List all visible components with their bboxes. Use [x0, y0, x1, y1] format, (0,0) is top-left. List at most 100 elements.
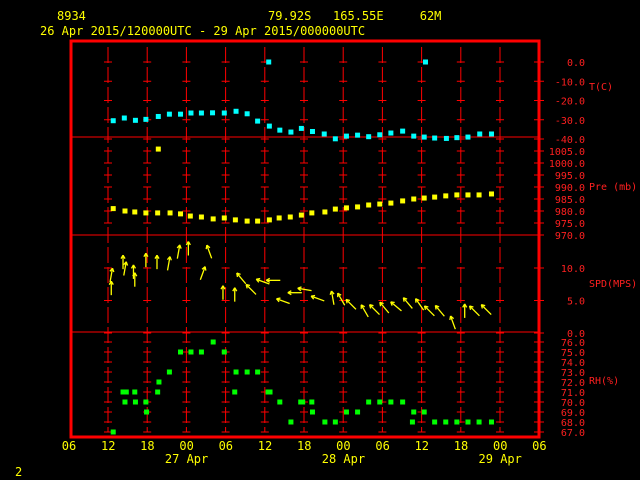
- wind-arrow: [132, 272, 138, 287]
- temperature-point: [343, 133, 349, 139]
- x-tick-label: 06: [532, 439, 546, 453]
- humidity-point: [465, 419, 471, 425]
- humidity-point: [255, 369, 261, 375]
- temperature-point: [309, 128, 315, 134]
- humidity-point: [132, 389, 138, 395]
- pressure-tick-label: 980.0: [555, 207, 585, 218]
- humidity-point: [411, 409, 417, 415]
- temperature-point: [155, 113, 161, 119]
- wind-arrow: [205, 244, 213, 259]
- temperature-point: [465, 134, 471, 140]
- humidity-point: [454, 419, 460, 425]
- wind-arrow: [199, 266, 207, 281]
- temperature-point: [298, 125, 304, 131]
- wind-arrow-shaft: [424, 305, 435, 317]
- humidity-point: [377, 399, 383, 405]
- pressure-point: [465, 192, 471, 198]
- wind-arrow: [276, 297, 290, 305]
- wind-arrow: [220, 285, 226, 300]
- pressure-point: [411, 196, 417, 202]
- wind-arrow: [287, 290, 302, 296]
- temperature-point: [377, 132, 383, 138]
- wind-arrow-head: [379, 302, 382, 307]
- temperature-axis-label: T(C): [589, 82, 613, 93]
- pressure-tick-label: 985.0: [555, 195, 585, 206]
- x-tick-label: 18: [297, 439, 311, 453]
- pressure-point: [167, 210, 173, 216]
- wind-arrow: [310, 294, 325, 302]
- wind-arrow: [176, 244, 182, 259]
- temperature-tick-label: 0.0: [567, 58, 585, 69]
- humidity-point: [132, 399, 138, 405]
- temperature-point: [477, 131, 483, 137]
- wind-arrow: [423, 305, 435, 317]
- humidity-point: [166, 369, 172, 375]
- humidity-point: [309, 409, 315, 415]
- temperature-point: [233, 108, 239, 114]
- pressure-point: [276, 215, 282, 221]
- pressure-point: [488, 191, 494, 197]
- wind-arrow: [120, 254, 126, 270]
- humidity-point: [476, 419, 482, 425]
- time-range: 26 Apr 2015/120000UTC - 29 Apr 2015/0000…: [40, 24, 365, 38]
- pressure-point: [122, 208, 128, 214]
- humidity-point: [332, 419, 338, 425]
- humidity-point: [232, 389, 238, 395]
- temperature-point: [423, 59, 429, 65]
- humidity-point: [300, 399, 306, 405]
- temperature-tick-label: -10.0: [555, 77, 585, 88]
- humidity-point: [144, 409, 150, 415]
- temperature-point: [400, 128, 406, 134]
- wind-arrow: [390, 301, 402, 312]
- humidity-point: [277, 399, 283, 405]
- grid: [71, 47, 544, 433]
- temperature-point: [454, 135, 460, 141]
- pressure-point: [388, 200, 394, 206]
- temperature-point: [110, 118, 116, 124]
- temperature-point: [178, 111, 184, 117]
- wind-arrow: [402, 297, 413, 309]
- pressure-point: [155, 146, 161, 152]
- wind-arrow: [462, 303, 468, 318]
- x-tick-label: 00: [179, 439, 193, 453]
- pressure-point: [309, 210, 315, 216]
- temperature-point: [388, 130, 394, 136]
- station-id: 8934: [57, 9, 86, 23]
- humidity-point: [432, 419, 438, 425]
- humidity-point: [244, 369, 250, 375]
- page-number: 2: [15, 465, 22, 479]
- temperature-tick-label: -40.0: [555, 135, 585, 146]
- temperature-point: [244, 111, 250, 117]
- wind-arrow: [154, 254, 160, 270]
- wind-arrow: [108, 280, 114, 296]
- wind-arrow-head: [236, 272, 239, 278]
- wind-arrow: [449, 315, 456, 330]
- wind-arrow-shaft: [402, 297, 413, 309]
- wind-arrow: [434, 304, 445, 317]
- pressure-point: [287, 214, 293, 220]
- wind-tick-label: 5.0: [567, 297, 585, 308]
- wind-arrow-shaft: [434, 305, 445, 317]
- x-tick-label: 12: [258, 439, 272, 453]
- humidity-point: [143, 399, 149, 405]
- pressure-point: [476, 192, 482, 198]
- humidity-point: [188, 349, 194, 355]
- humidity-point: [267, 389, 273, 395]
- wind-arrow-shaft: [236, 272, 247, 285]
- temperature-point: [198, 110, 204, 116]
- x-date-label: 29 Apr: [479, 452, 522, 466]
- temperature-point: [255, 118, 261, 124]
- wind-arrow: [236, 272, 247, 285]
- temperature-point: [488, 131, 494, 137]
- pressure-point: [266, 217, 272, 223]
- temperature-point: [266, 123, 272, 129]
- humidity-point: [123, 389, 129, 395]
- pressure-point: [187, 213, 193, 219]
- wind-arrow-shaft: [469, 305, 480, 317]
- wind-arrow: [166, 256, 172, 271]
- humidity-point: [366, 399, 372, 405]
- pressure-point: [110, 206, 116, 212]
- x-tick-label: 12: [415, 439, 429, 453]
- humidity-point: [198, 349, 204, 355]
- wind-arrow: [379, 301, 390, 314]
